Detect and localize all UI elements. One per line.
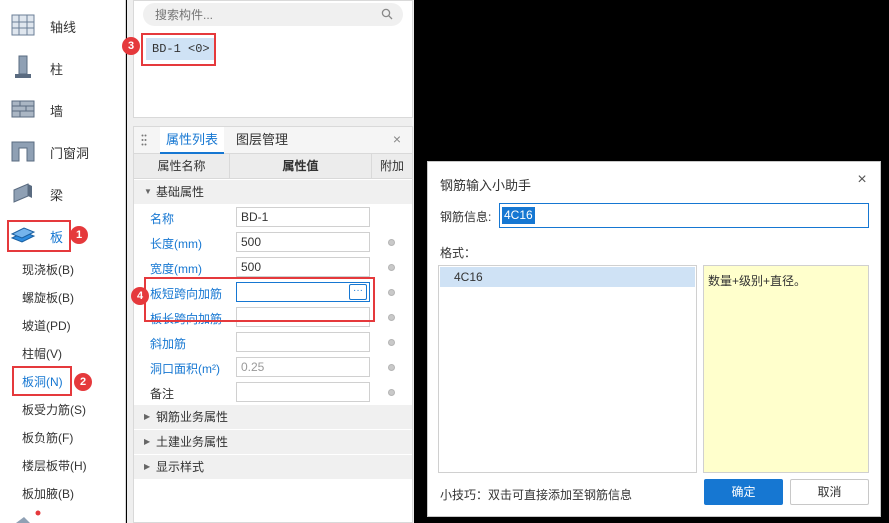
property-name: 洞口面积(m²): [150, 362, 220, 376]
extra-checkbox[interactable]: [388, 264, 395, 271]
group-display-style[interactable]: ▶ 显示样式: [134, 455, 412, 479]
highlight-box: [141, 33, 216, 66]
extra-checkbox[interactable]: [388, 314, 395, 321]
property-value-input: 0.25: [236, 357, 370, 377]
group-label: 钢筋业务属性: [156, 410, 229, 424]
property-name: 宽度(mm): [150, 262, 202, 276]
property-value-input[interactable]: BD-1: [236, 207, 370, 227]
extra-checkbox[interactable]: [388, 389, 395, 396]
property-row: 名称 BD-1: [134, 205, 412, 230]
property-panel: 属性列表 图层管理 × 属性名称 属性值 附加 ▼ 基础属性 名称 BD-1 长…: [133, 126, 413, 523]
highlight-box: [144, 277, 375, 322]
expand-caret-icon: ▶: [144, 437, 151, 446]
format-list[interactable]: 4C16: [438, 265, 697, 473]
search-box[interactable]: [143, 3, 403, 26]
extra-checkbox[interactable]: [388, 339, 395, 346]
sub-item-cast-slab[interactable]: 现浇板(B): [22, 260, 74, 280]
more-icon: [16, 510, 41, 523]
rebar-input-dialog: 钢筋输入小助手 × 钢筋信息: 4C16 格式： 4C16 数量+级别+直径。 …: [427, 161, 881, 517]
nav-item-wall[interactable]: 墙: [0, 88, 126, 130]
property-value-input[interactable]: [236, 382, 370, 402]
search-input[interactable]: [155, 6, 375, 23]
nav-item-column[interactable]: 柱: [0, 46, 126, 88]
property-value-input[interactable]: 500: [236, 257, 370, 277]
header-extra: 附加: [379, 159, 404, 173]
group-label: 基础属性: [156, 185, 205, 199]
format-description: 数量+级别+直径。: [703, 265, 869, 473]
nav-item-label: 门窗洞: [50, 146, 90, 161]
drag-grip-icon[interactable]: [141, 134, 147, 146]
highlight-box: [12, 366, 72, 396]
group-rebar-properties[interactable]: ▶ 钢筋业务属性: [134, 405, 412, 429]
cancel-button[interactable]: 取消: [790, 479, 869, 505]
tip-text: 小技巧：双击可直接添加至钢筋信息: [440, 488, 633, 502]
beam-icon: [13, 183, 32, 203]
property-row: 长度(mm) 500: [134, 230, 412, 255]
sub-item-column-cap[interactable]: 柱帽(V): [22, 344, 62, 364]
dialog-title: 钢筋输入小助手: [440, 178, 532, 193]
property-value-input[interactable]: 500: [236, 232, 370, 252]
header-name: 属性名称: [134, 154, 230, 179]
close-icon[interactable]: ×: [854, 172, 870, 188]
format-list-item[interactable]: 4C16: [440, 267, 695, 287]
close-icon[interactable]: ×: [390, 132, 404, 146]
nav-item-label: 轴线: [50, 20, 77, 35]
rebar-info-value: 4C16: [502, 207, 535, 224]
rebar-info-label: 钢筋信息:: [440, 210, 492, 224]
property-table-header: 属性名称 属性值 附加: [134, 154, 412, 179]
sub-item-negative-rebar[interactable]: 板负筋(F): [22, 428, 73, 448]
sub-item-floor-strip[interactable]: 楼层板带(H): [22, 456, 87, 476]
rebar-info-input[interactable]: 4C16: [499, 203, 869, 228]
expand-caret-icon: ▶: [144, 412, 151, 421]
nav-item-label: 墙: [50, 104, 64, 119]
property-name: 备注: [150, 387, 175, 401]
extra-checkbox[interactable]: [388, 364, 395, 371]
property-name: 名称: [150, 212, 175, 226]
header-value: 属性值: [230, 154, 372, 179]
column-icon: [15, 55, 31, 78]
extra-checkbox[interactable]: [388, 239, 395, 246]
group-basic-properties[interactable]: ▼ 基础属性: [134, 180, 412, 204]
group-label: 土建业务属性: [156, 435, 229, 449]
step-badge: 1: [70, 226, 88, 244]
nav-item-label: 柱: [50, 62, 64, 77]
wall-icon: [11, 100, 35, 118]
nav-item-axis[interactable]: 轴线: [0, 4, 126, 46]
highlight-box: [7, 220, 71, 252]
expand-caret-icon: ▶: [144, 462, 151, 471]
sub-item-spiral-slab[interactable]: 螺旋板(B): [22, 288, 74, 308]
property-row: 斜加筋: [134, 330, 412, 355]
ok-button[interactable]: 确定: [704, 479, 783, 505]
extra-checkbox[interactable]: [388, 289, 395, 296]
property-row: 洞口面积(m²) 0.25: [134, 355, 412, 380]
property-row: 备注: [134, 380, 412, 405]
format-label: 格式：: [440, 246, 477, 260]
tab-property-list[interactable]: 属性列表: [160, 127, 225, 154]
sub-item-ramp[interactable]: 坡道(PD): [22, 316, 71, 336]
group-civil-properties[interactable]: ▶ 土建业务属性: [134, 430, 412, 454]
tab-layer-management[interactable]: 图层管理: [230, 127, 294, 154]
sub-item-slab-haunch[interactable]: 板加腋(B): [22, 484, 74, 504]
step-badge: 2: [74, 373, 92, 391]
property-value-input[interactable]: [236, 332, 370, 352]
axis-grid-icon: [11, 14, 35, 36]
search-icon[interactable]: [381, 8, 393, 20]
group-label: 显示样式: [156, 460, 205, 474]
nav-item-label: 梁: [50, 188, 64, 203]
property-tabs: 属性列表 图层管理 ×: [134, 127, 412, 154]
step-badge: 3: [122, 37, 140, 55]
step-badge: 4: [131, 287, 149, 305]
nav-item-beam[interactable]: 梁: [0, 172, 126, 214]
door-window-icon: [11, 141, 35, 162]
nav-item-door-window[interactable]: 门窗洞: [0, 130, 126, 172]
property-name: 长度(mm): [150, 237, 202, 251]
sub-item-slab-rebar[interactable]: 板受力筋(S): [22, 400, 86, 420]
left-nav: 轴线 柱 墙 门窗洞 梁 板 现浇板(B) 螺旋板(B) 坡道(PD) 柱帽(V…: [0, 0, 126, 523]
collapse-caret-icon: ▼: [144, 187, 152, 196]
property-name: 斜加筋: [150, 337, 187, 351]
